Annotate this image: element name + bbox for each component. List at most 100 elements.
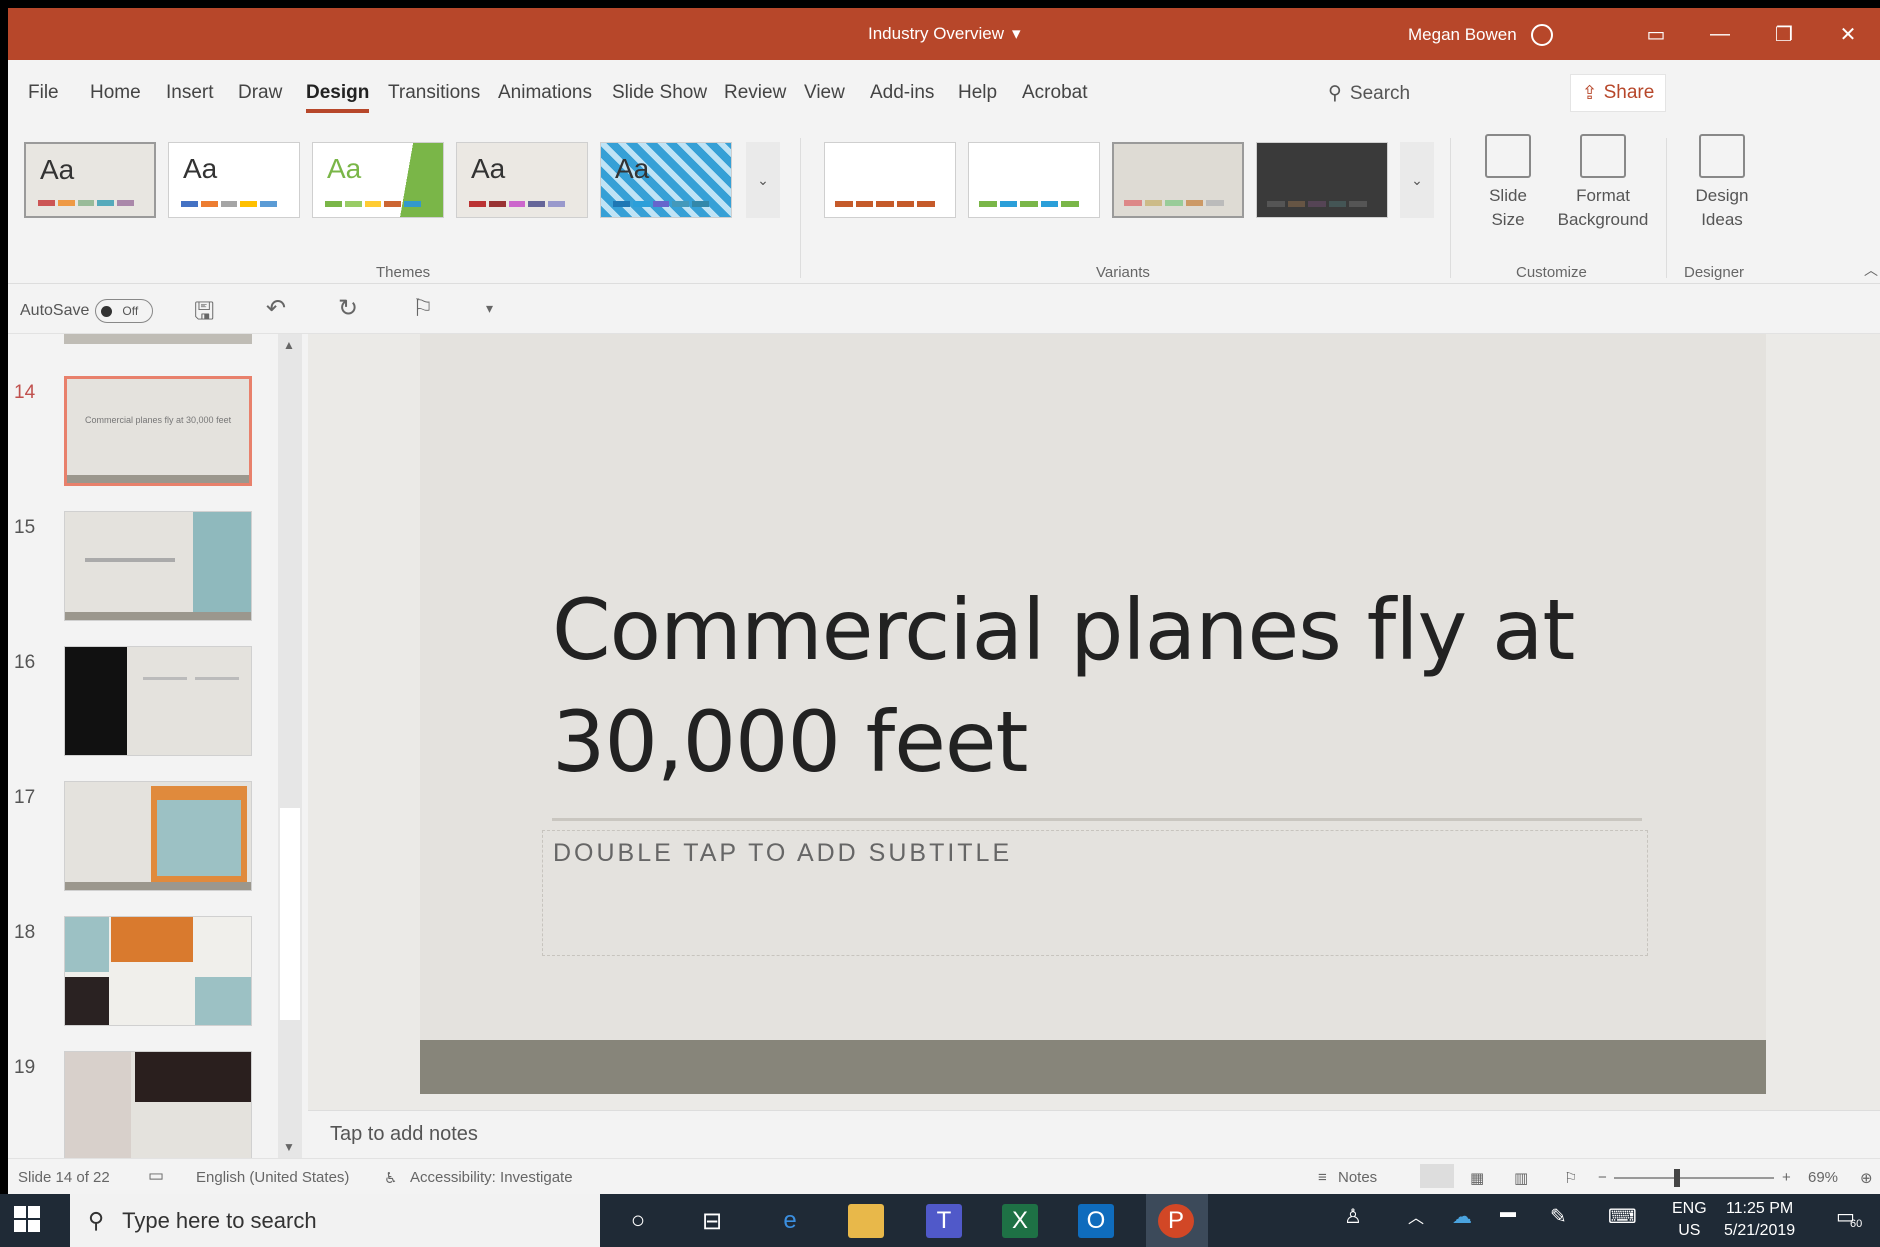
normal-view-icon[interactable] [1420,1164,1454,1188]
input-language[interactable]: ENG US [1672,1198,1707,1242]
tab-slide-show[interactable]: Slide Show [612,82,707,104]
variant-3-selected[interactable] [1112,142,1244,218]
system-clock[interactable]: 11:25 PM 5/21/2019 [1724,1198,1795,1242]
touch-keyboard-icon[interactable]: ⌨ [1608,1204,1637,1229]
present-icon[interactable]: ⚐ [412,294,434,323]
tab-design[interactable]: Design [306,82,370,113]
current-slide[interactable]: Commercial planes fly at 30,000 feet DOU… [420,334,1766,1094]
variant-1[interactable] [824,142,956,218]
variant-4[interactable] [1256,142,1388,218]
document-title-dropdown[interactable]: Industry Overview ▾ [868,24,1021,44]
cortana-icon[interactable]: ○ [620,1204,656,1238]
tab-draw[interactable]: Draw [238,82,282,104]
undo-icon[interactable]: ↶ [266,294,286,323]
scroll-up-icon[interactable]: ▲ [283,338,295,352]
chevron-down-icon: ▾ [1012,24,1021,43]
slide-title-line-2: 30,000 feet [552,693,1029,791]
collapse-ribbon-icon[interactable]: ︿ [1864,260,1878,280]
ribbon-display-icon[interactable]: ▭ [1624,8,1688,60]
notes-toggle-button[interactable]: Notes [1338,1169,1377,1186]
reading-view-icon[interactable]: ▥ [1514,1169,1528,1187]
customize-qat-icon[interactable]: ▾ [486,300,493,317]
tab-add-ins[interactable]: Add-ins [870,82,934,104]
zoom-out-icon[interactable]: − [1598,1169,1607,1186]
show-hidden-icons-icon[interactable]: ︿ [1408,1204,1424,1228]
subtitle-placeholder[interactable]: DOUBLE TAP TO ADD SUBTITLE [542,830,1648,956]
excel-icon[interactable]: X [1002,1204,1038,1238]
tab-home[interactable]: Home [90,82,141,104]
save-icon[interactable]: 🖫 [194,294,214,335]
teams-icon[interactable]: T [926,1204,962,1238]
theme-color-swatch [325,201,421,207]
tab-help[interactable]: Help [958,82,997,104]
slideshow-view-icon[interactable]: ⚐ [1564,1169,1577,1187]
powerpoint-icon[interactable]: P [1158,1204,1194,1238]
variant-2[interactable] [968,142,1100,218]
thumbnail-row: 17 [8,781,303,916]
zoom-slider[interactable] [1614,1177,1774,1179]
minimize-icon[interactable]: — [1688,8,1752,60]
tab-animations[interactable]: Animations [498,82,592,104]
theme-office-gallery-1[interactable]: Aa [24,142,156,218]
task-view-icon[interactable]: ⊟ [694,1204,730,1238]
tab-acrobat[interactable]: Acrobat [1022,82,1087,104]
autosave-toggle[interactable]: Off [95,299,154,323]
theme-office-gallery-5[interactable]: Aa [600,142,732,218]
battery-icon[interactable]: ▬ [1500,1204,1516,1222]
theme-office-gallery-4[interactable]: Aa [456,142,588,218]
notes-pane[interactable]: Tap to add notes [308,1110,1880,1158]
scrollbar-thumb[interactable] [280,808,300,1020]
share-label: Share [1603,82,1655,103]
taskbar-search-box[interactable]: ⚲ Type here to search [70,1194,600,1247]
outlook-icon[interactable]: O [1078,1204,1114,1238]
slide-title[interactable]: Commercial planes fly at 30,000 feet [552,574,1575,798]
format-background-button[interactable]: Format Background [1548,134,1658,232]
clock-date: 5/21/2019 [1724,1222,1796,1239]
slide-number: 15 [14,517,36,538]
zoom-in-icon[interactable]: + [1782,1169,1791,1186]
pen-icon[interactable]: ✎ [1550,1204,1567,1229]
theme-color-swatch [469,201,565,207]
ribbon-search[interactable]: ⚲ Search [1328,82,1410,105]
spelling-icon[interactable]: ▭ [148,1166,164,1186]
tab-file[interactable]: File [28,82,59,104]
slide-13-thumbnail-partial[interactable] [64,334,252,344]
slide-16-thumbnail[interactable] [64,646,252,756]
slide-14-thumbnail[interactable]: Commercial planes fly at 30,000 feet [64,376,252,486]
language-status[interactable]: English (United States) [196,1169,349,1186]
slide-17-thumbnail[interactable] [64,781,252,891]
restore-icon[interactable]: ❐ [1752,8,1816,60]
thumbnails-scrollbar[interactable]: ▲ ▼ [278,334,302,1158]
redo-icon[interactable]: ↻ [338,294,358,323]
zoom-level[interactable]: 69% [1808,1169,1838,1186]
people-icon[interactable]: ♙ [1344,1204,1362,1229]
tab-transitions[interactable]: Transitions [388,82,480,104]
user-account[interactable]: Megan Bowen [1408,24,1553,46]
theme-office-gallery-3[interactable]: Aa [312,142,444,218]
tab-review[interactable]: Review [724,82,786,104]
theme-office-gallery-2[interactable]: Aa [168,142,300,218]
slide-size-button[interactable]: Slide Size [1458,134,1558,232]
design-ideas-button[interactable]: Design Ideas [1672,134,1772,232]
scroll-down-icon[interactable]: ▼ [283,1140,295,1154]
tab-insert[interactable]: Insert [166,82,214,104]
variants-more-button[interactable]: ⌄ [1400,142,1434,218]
file-explorer-icon[interactable] [848,1204,884,1238]
slide-sorter-icon[interactable]: ▦ [1470,1169,1484,1187]
slide-19-thumbnail[interactable] [64,1051,252,1158]
onedrive-icon[interactable]: ☁ [1452,1204,1472,1229]
windows-start-icon[interactable] [14,1206,40,1232]
search-label: Search [1349,82,1411,104]
accessibility-status[interactable]: Accessibility: Investigate [410,1169,573,1186]
edge-icon[interactable]: e [772,1204,808,1238]
tab-view[interactable]: View [804,82,845,104]
share-button[interactable]: ⇪ Share [1570,74,1666,112]
close-icon[interactable]: ✕ [1816,8,1880,60]
fit-slide-icon[interactable]: ⊕ [1860,1169,1873,1187]
themes-more-button[interactable]: ⌄ [746,142,780,218]
slide-size-icon [1485,134,1531,178]
autosave-control[interactable]: AutoSave Off [20,299,154,323]
zoom-slider-knob[interactable] [1674,1169,1680,1187]
slide-15-thumbnail[interactable] [64,511,252,621]
slide-18-thumbnail[interactable] [64,916,252,1026]
